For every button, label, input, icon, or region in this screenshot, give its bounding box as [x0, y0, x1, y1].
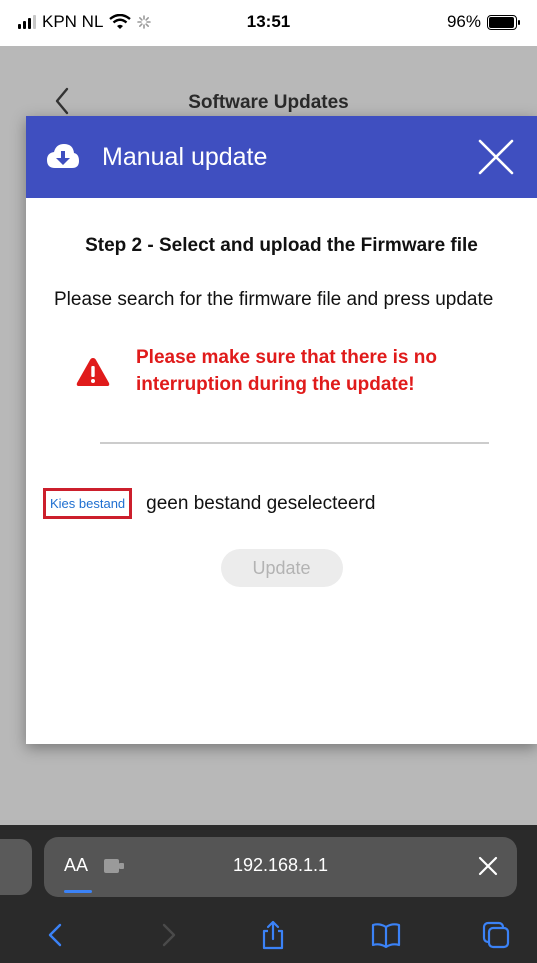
previous-tab-peek[interactable] — [0, 839, 32, 895]
address-bar[interactable]: AA 192.168.1.1 — [44, 837, 517, 897]
close-icon[interactable] — [477, 138, 515, 176]
instruction-text: Please search for the firmware file and … — [54, 288, 494, 310]
browser-toolbar: AA 192.168.1.1 — [0, 825, 537, 963]
battery-percent: 96% — [446, 12, 481, 31]
divider — [100, 442, 489, 445]
modal-title: Manual update — [102, 142, 268, 171]
cloud-download-icon — [47, 144, 79, 168]
warning-icon — [76, 357, 110, 386]
page-title: Software Updates — [188, 92, 349, 113]
warning-text: Please make sure that there is no interr… — [136, 347, 437, 395]
choose-file-button[interactable]: Kies bestand — [43, 488, 133, 520]
file-picker-row: Kies bestand geen bestand geselecteerd — [43, 488, 537, 520]
share-icon[interactable] — [257, 919, 289, 951]
stop-loading-icon[interactable] — [477, 855, 499, 877]
file-status: geen bestand geselecteerd — [146, 492, 376, 514]
nav-forward-icon[interactable] — [152, 919, 184, 951]
navigation-row — [0, 909, 537, 959]
tabs-icon[interactable] — [480, 919, 512, 951]
status-bar: KPN NL 13:51 96% — [0, 0, 537, 46]
modal-header: Manual update — [26, 116, 537, 198]
loading-progress — [64, 890, 92, 893]
battery-icon — [487, 14, 520, 30]
step-title: Step 2 - Select and upload the Firmware … — [85, 235, 478, 256]
manual-update-modal: Manual update Step 2 - Select and upload… — [26, 116, 537, 744]
nav-back-icon[interactable] — [40, 919, 72, 951]
warning-box: Please make sure that there is no interr… — [76, 345, 497, 398]
update-button[interactable]: Update — [220, 549, 343, 588]
bookmarks-icon[interactable] — [370, 919, 402, 951]
url-text[interactable]: 192.168.1.1 — [44, 855, 517, 876]
